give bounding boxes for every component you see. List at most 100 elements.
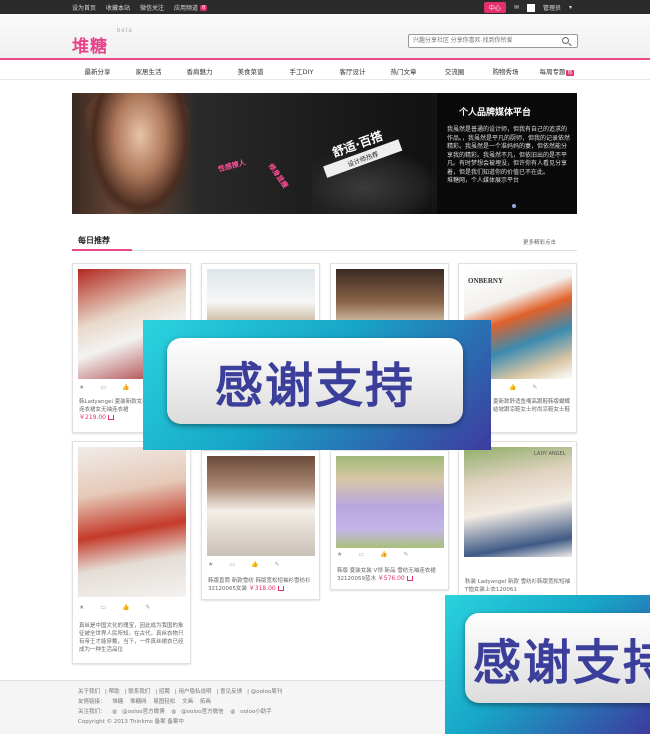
thanks-plate: 感谢支持 <box>167 338 463 424</box>
hero-banner[interactable]: 性感撩人 修身显瘦 舒适·百搭 设计师热荐 个人品牌媒体平台 我虽然是普通的设计… <box>72 93 577 214</box>
follow-weibo-link[interactable]: @ooloo官方微博 <box>122 709 165 715</box>
app-channel-link[interactable]: 应用频道 8 <box>174 3 208 12</box>
bookmark-link[interactable]: 收藏本站 <box>106 3 130 12</box>
product-desc-text: 夏新款舒适鱼嘴高跟鞋韩版蝴蝶结坡跟凉鞋女士时尚凉鞋女士鞋 <box>493 399 571 413</box>
banner-pager-dot[interactable] <box>512 204 516 208</box>
comment-icon[interactable]: ▭ <box>229 561 235 568</box>
comment-icon[interactable]: ▭ <box>100 384 106 391</box>
friend-link[interactable]: 堆糖 <box>112 699 123 705</box>
product-desc: 真丝是中国文化的瑰宝，因此成为我国的象征被全世界人民所知。在古代，真丝衣物只有帝… <box>79 622 187 654</box>
product-card[interactable]: LADY ANGEL 秋装 Ladyangel 新款 雪纺衫韩版宽松短袖T恤女装… <box>458 441 577 596</box>
product-desc: 韩版 夏装女装 V领 新品 雪纺无袖连衣裙32120059蓝水 ￥576.00 <box>337 567 445 583</box>
mail-icon[interactable]: ✉ <box>514 4 519 11</box>
product-image[interactable] <box>336 456 444 548</box>
product-image[interactable] <box>78 447 186 597</box>
banner-model <box>90 93 190 214</box>
footer-rows: 关于我们 | 帮助 | 联系我们 | 招聘 | 用户隐私说明 | 意见反馈 | @ooloo… <box>78 687 287 727</box>
footer-link-privacy[interactable]: 用户隐私说明 <box>179 689 212 695</box>
friend-link[interactable]: 易图轻松 <box>153 699 175 705</box>
footer-link-jobs[interactable]: 招聘 <box>159 689 170 695</box>
top-links: 设为首页 收藏本站 微信关注 应用频道 8 <box>72 3 208 12</box>
comment-icon[interactable]: ▭ <box>100 604 106 611</box>
center-button[interactable]: 中心 <box>483 2 506 13</box>
cart-icon[interactable] <box>277 586 284 591</box>
footer-link-about[interactable]: 关于我们 <box>78 689 100 695</box>
thanks-overlay-banner: 感谢支持 <box>143 320 491 450</box>
nav-item-recipes[interactable]: 美食菜谱 <box>225 66 276 76</box>
friend-link[interactable]: 堆糖网 <box>130 699 147 705</box>
follow-wechat-link[interactable]: @ooloo官方微信 <box>181 709 224 715</box>
like-icon[interactable]: 👍 <box>122 384 129 391</box>
footer-link-help[interactable]: 帮助 <box>109 689 120 695</box>
comment-icon[interactable]: ▭ <box>358 551 364 558</box>
wechat-icon: ◍ <box>171 709 177 715</box>
weibo-icon: ◍ <box>112 709 118 715</box>
card-actions: ★ ▭ 👍 ✎ <box>208 561 280 568</box>
nav-item-weekly[interactable]: 每周专题热 <box>531 66 582 76</box>
star-icon[interactable]: ★ <box>208 561 213 568</box>
nav-item-latest[interactable]: 最新分享 <box>72 66 123 76</box>
app-channel-badge: 8 <box>200 4 208 11</box>
product-card[interactable]: ★ ▭ 👍 ✎ 韩版 夏装女装 V领 新品 雪纺无袖连衣裙32120059蓝水 … <box>330 450 449 590</box>
product-card[interactable] <box>201 263 320 324</box>
cart-icon[interactable] <box>108 415 114 420</box>
follow-assistant-link[interactable]: ooloo小助手 <box>240 709 272 715</box>
like-icon[interactable]: 👍 <box>251 561 258 568</box>
section-title: 每日推荐 <box>78 236 110 245</box>
user-avatar-icon[interactable] <box>526 3 535 12</box>
product-desc: 夏新款舒适鱼嘴高跟鞋韩版蝴蝶结坡跟凉鞋女士时尚凉鞋女士鞋 <box>493 398 573 414</box>
card-actions: ★ ▭ 👍 ✎ <box>79 604 151 611</box>
section-more-link[interactable]: 更多精彩点击 <box>523 238 556 246</box>
product-image[interactable] <box>207 456 315 556</box>
star-icon[interactable]: ★ <box>337 551 342 558</box>
product-price: ￥318.00 <box>248 585 276 592</box>
search-input[interactable] <box>409 35 559 47</box>
set-homepage-link[interactable]: 设为首页 <box>72 3 96 12</box>
footer-link-contact[interactable]: 联系我们 <box>128 689 150 695</box>
wechat-follow-link[interactable]: 微信关注 <box>140 3 164 12</box>
footer-link-weekly[interactable]: @ooloo周刊 <box>251 689 283 695</box>
section-divider <box>72 249 577 251</box>
thanks-plate: 感谢支持 <box>465 613 650 703</box>
chevron-down-icon[interactable]: ▾ <box>569 4 572 11</box>
cart-icon[interactable] <box>406 576 413 581</box>
product-card[interactable] <box>330 263 449 324</box>
nav-item-hot-articles[interactable]: 热门文章 <box>378 66 429 76</box>
nav-item-home-life[interactable]: 家居生活 <box>123 66 174 76</box>
nav-item-shopping[interactable]: 购物秀场 <box>480 66 531 76</box>
nav-item-living-room[interactable]: 客厅设计 <box>327 66 378 76</box>
edit-icon[interactable]: ✎ <box>532 384 537 391</box>
footer-link-feedback[interactable]: 意见反馈 <box>220 689 242 695</box>
nav-weekly-label: 每周专题 <box>539 68 566 76</box>
nav-item-shoulder[interactable]: 香肩魅力 <box>174 66 225 76</box>
like-icon[interactable]: 👍 <box>122 604 129 611</box>
product-card[interactable]: ★ ▭ 👍 ✎ 真丝是中国文化的瑰宝，因此成为我国的象征被全世界人民所知。在古代… <box>72 441 191 664</box>
star-icon[interactable]: ★ <box>79 384 84 391</box>
user-menu[interactable]: 管理员 <box>543 3 561 12</box>
site-logo[interactable]: 堆糖 beta <box>72 28 132 57</box>
nav-item-diy[interactable]: 手工DIY <box>276 66 327 76</box>
product-image[interactable] <box>336 269 444 324</box>
nav-item-circles[interactable]: 交流圈 <box>429 66 480 76</box>
search-box <box>408 34 578 48</box>
edit-icon[interactable]: ✎ <box>275 561 280 568</box>
card-actions: ★ ▭ 👍 ✎ <box>79 384 151 391</box>
like-icon[interactable]: 👍 <box>509 384 516 391</box>
edit-icon[interactable]: ✎ <box>404 551 409 558</box>
product-image[interactable] <box>207 269 315 324</box>
search-icon[interactable] <box>562 37 569 44</box>
like-icon[interactable]: 👍 <box>380 551 387 558</box>
product-card[interactable]: ★ ▭ 👍 ✎ 韩版直筒 新款雪纺 韩版宽松短袖衫雪纺衫32120065女装 ￥… <box>201 450 320 600</box>
product-price: ￥219.00 <box>79 414 106 421</box>
banner-textbox: 个人品牌媒体平台 我虽然是普通的设计师，但我有自己的追求的作品。，我虽然是平凡的… <box>437 93 577 214</box>
assistant-icon: ◍ <box>230 709 236 715</box>
footer-row-follow: 关注我们： ◍ @ooloo官方微博 ◍ @ooloo官方微信 ◍ ooloo小助手 <box>78 707 287 717</box>
card-actions: ★ ▭ 👍 ✎ <box>337 551 409 558</box>
footer-follow-label: 关注我们： <box>78 709 106 715</box>
footer-friends-label: 友情链接： <box>78 699 106 705</box>
edit-icon[interactable]: ✎ <box>146 604 151 611</box>
product-image[interactable]: LADY ANGEL <box>464 447 572 557</box>
friend-link[interactable]: 拓画 <box>200 699 211 705</box>
friend-link[interactable]: 文画 <box>182 699 193 705</box>
star-icon[interactable]: ★ <box>79 604 84 611</box>
